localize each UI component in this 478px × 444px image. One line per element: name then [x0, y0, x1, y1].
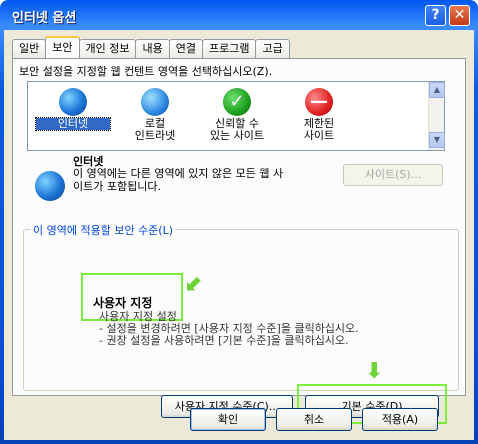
zone-trusted-sites[interactable]: ✓ 신뢰할 수 있는 사이트	[200, 88, 274, 142]
zone-local-intranet[interactable]: 로컬 인트라넷	[118, 88, 192, 142]
zone-label: 로컬 인트라넷	[134, 117, 176, 142]
zone-scrollbar[interactable]: ▲ ▼	[428, 82, 445, 150]
window-title: 인터넷 옵션	[12, 11, 77, 26]
zone-internet[interactable]: 인터넷	[35, 88, 111, 131]
zone-label: 제한된 사이트	[303, 117, 335, 142]
local-intranet-icon	[141, 88, 169, 116]
sites-button: 사이트(S)...	[343, 164, 443, 186]
zone-label: 인터넷	[35, 117, 111, 131]
dialog-window: 인터넷 옵션 ? ✕ 일반 보안 개인 정보 내용 연결 프로그램 고급 보안 …	[0, 0, 478, 444]
tab-strip: 일반 보안 개인 정보 내용 연결 프로그램 고급	[12, 36, 290, 58]
zone-list[interactable]: 인터넷 로컬 인트라넷 ✓ 신뢰할 수 있는 사이트 — 제한된 사이트 ▲ ▼	[27, 81, 445, 151]
scroll-down-button[interactable]: ▼	[429, 132, 445, 148]
ok-button[interactable]: 확인	[190, 408, 266, 431]
zone-label: 신뢰할 수 있는 사이트	[209, 117, 265, 142]
zone-restricted-sites[interactable]: — 제한된 사이트	[282, 88, 356, 142]
description-line: - 권장 설정을 사용하려면 [기본 수준]을 클릭하십시오.	[99, 334, 349, 347]
zone-instruction: 보안 설정을 지정할 웹 컨텐트 영역을 선택하십시오(Z).	[19, 65, 273, 78]
tab-content[interactable]: 내용	[135, 39, 170, 58]
arrow-left-icon: ⬋	[185, 271, 204, 296]
checkmark-icon: ✓	[223, 88, 251, 116]
security-panel: 보안 설정을 지정할 웹 컨텐트 영역을 선택하십시오(Z). 인터넷 로컬 인…	[12, 58, 466, 424]
tab-advanced[interactable]: 고급	[255, 39, 290, 58]
help-button[interactable]: ?	[425, 5, 446, 26]
scroll-up-button[interactable]: ▲	[429, 82, 445, 98]
dialog-body: 일반 보안 개인 정보 내용 연결 프로그램 고급 보안 설정을 지정할 웹 컨…	[4, 30, 474, 440]
tab-privacy[interactable]: 개인 정보	[78, 39, 137, 58]
selected-zone-description: 이 영역에는 다른 영역에 있지 않은 모든 웹 사이트가 포함됩니다.	[73, 167, 284, 193]
tab-general[interactable]: 일반	[12, 39, 47, 58]
security-level-name: 사용자 지정	[93, 296, 153, 310]
restricted-icon: —	[305, 88, 333, 116]
globe-icon	[59, 88, 87, 116]
title-bar[interactable]: 인터넷 옵션 ? ✕	[4, 0, 474, 30]
cancel-button[interactable]: 취소	[276, 408, 352, 431]
tab-security[interactable]: 보안	[45, 36, 80, 58]
security-level-description: 사용자 지정 설정 - 설정을 변경하려면 [사용자 지정 수준]을 클릭하십시…	[99, 311, 359, 347]
tab-programs[interactable]: 프로그램	[201, 39, 257, 58]
arrow-down-icon: ⬇	[365, 359, 384, 384]
tab-connections[interactable]: 연결	[168, 39, 203, 58]
globe-icon	[35, 171, 65, 201]
close-button[interactable]: ✕	[449, 5, 470, 26]
apply-button[interactable]: 적용(A)	[362, 408, 438, 431]
security-level-group-title: 이 영역에 적용할 보안 수준(L)	[31, 222, 176, 238]
